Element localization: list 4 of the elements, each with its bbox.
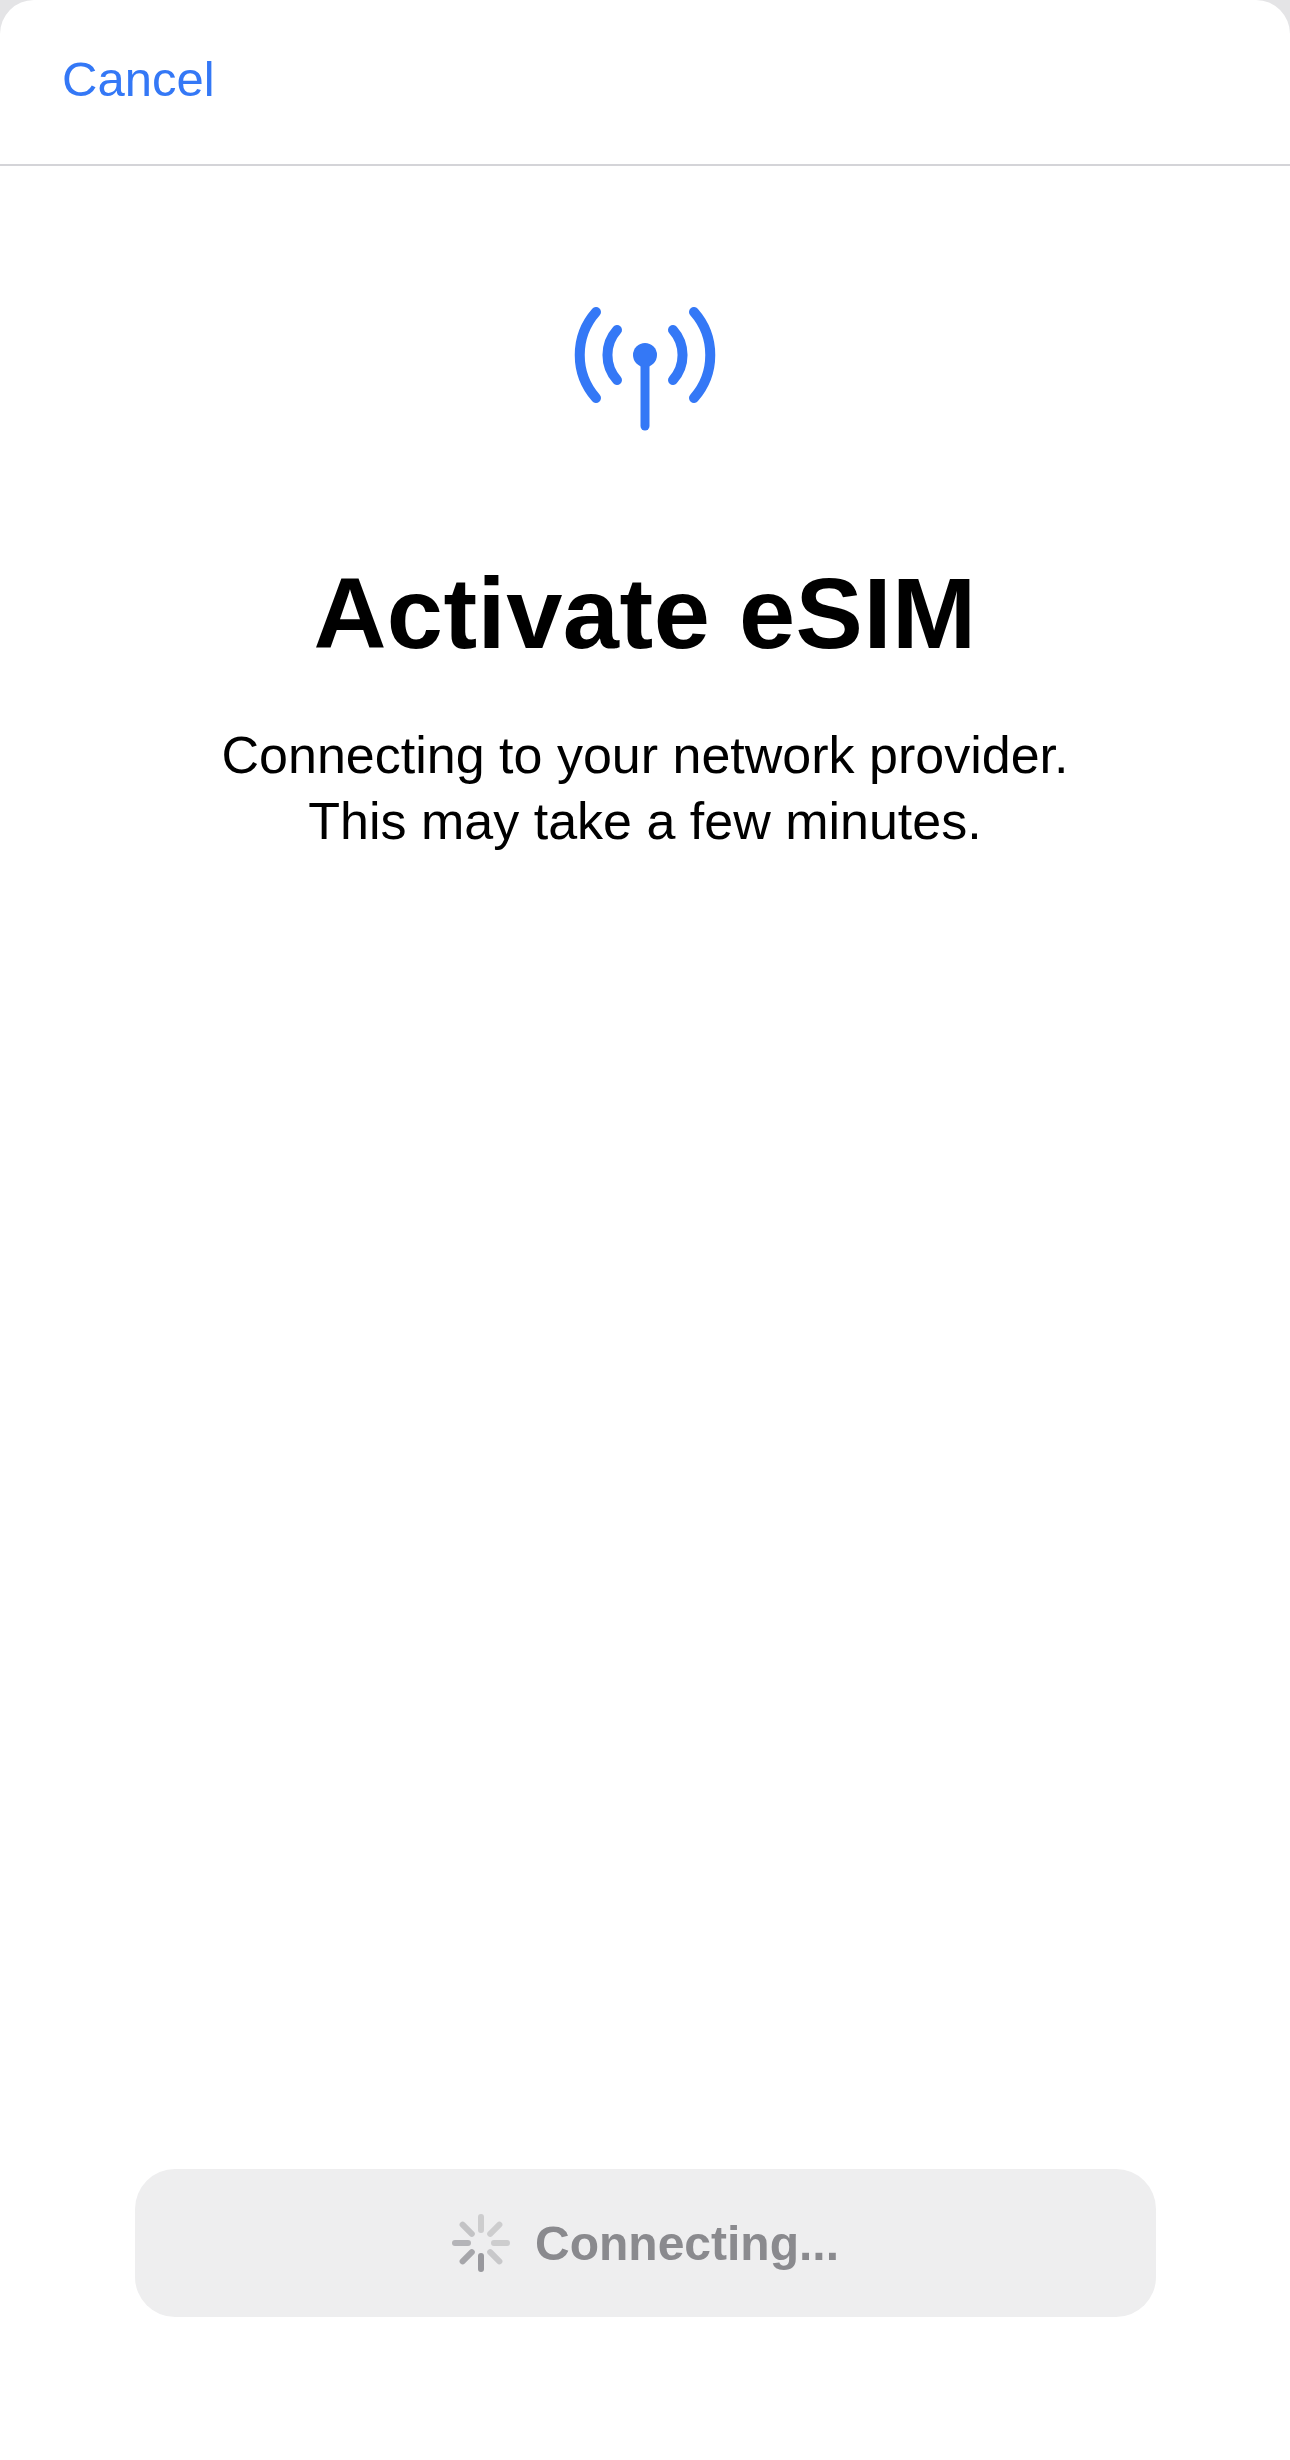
antenna-icon — [574, 307, 716, 432]
page-title: Activate eSIM — [313, 556, 977, 671]
status-description: Connecting to your network provider. This may take a few minutes. — [220, 725, 1070, 852]
cancel-button[interactable]: Cancel — [56, 50, 221, 109]
